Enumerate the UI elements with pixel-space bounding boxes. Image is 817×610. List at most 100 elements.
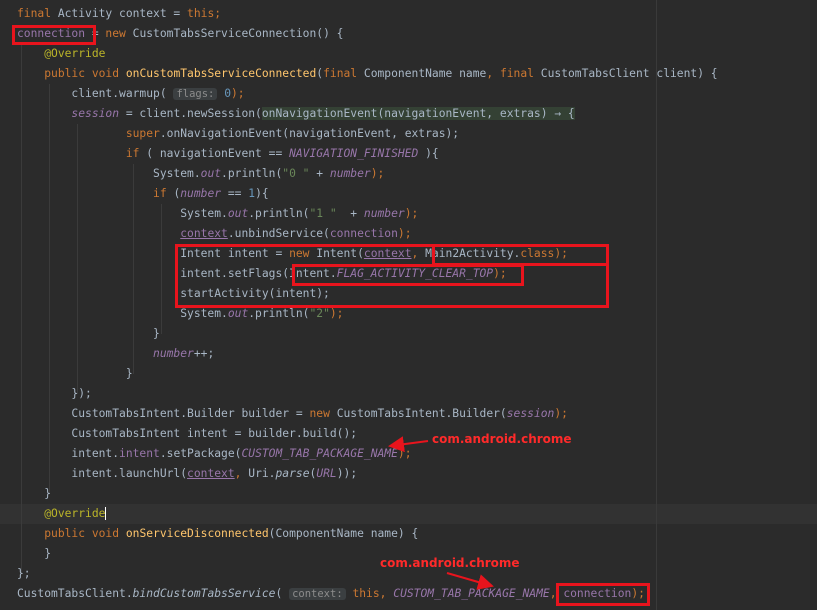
code-token: + [336, 207, 364, 220]
code-token: this [187, 7, 215, 20]
code-token: 0 [224, 87, 231, 100]
code-token: ( [275, 587, 290, 600]
code-token: out [200, 167, 222, 180]
code-token: Activity context = [57, 7, 188, 20]
code-token: CustomTabsIntent intent = builder.build(… [17, 427, 358, 440]
code-line: @Override [17, 44, 105, 64]
code-token: number [329, 167, 371, 180]
code-token: = client.newSession( [119, 107, 262, 120]
code-token: number [363, 207, 405, 220]
code-token: new [309, 407, 337, 420]
code-line: } [17, 484, 51, 504]
code-token: context [187, 467, 235, 480]
code-token: CUSTOM_TAB_PACKAGE_NAME [241, 447, 398, 460]
code-token: number [153, 347, 194, 360]
code-token: out [227, 307, 249, 320]
code-token: == [221, 187, 249, 200]
code-line: } [17, 544, 51, 564]
code-line: System.out.println("1 " + number); [17, 204, 418, 224]
code-token: ; [214, 7, 222, 20]
code-line: session = client.newSession(onNavigation… [17, 104, 575, 124]
caret-line-highlight [0, 504, 817, 524]
code-token: public void [44, 67, 126, 80]
code-token: super [125, 127, 160, 140]
code-token: + [309, 167, 330, 180]
code-token: new [105, 27, 133, 40]
code-token: final [323, 67, 364, 80]
code-token: CUSTOM_TAB_PACKAGE_NAME [393, 587, 550, 600]
code-token: ); [370, 167, 385, 180]
code-token: parse [275, 467, 310, 480]
code-token: Uri. [248, 467, 276, 480]
code-token: .println( [248, 207, 310, 220]
code-token: }); [17, 387, 92, 400]
code-token: (ComponentName name) { [268, 527, 419, 540]
code-token: ){ [255, 187, 269, 200]
code-line: super.onNavigationEvent(navigationEvent,… [17, 124, 459, 144]
annotation-label-2: com.android.chrome [380, 556, 520, 570]
code-token: client.warmup( [17, 87, 174, 100]
highlight-box-bind-connection [556, 583, 650, 606]
highlight-box-flag [292, 264, 524, 286]
code-line: public void onServiceDisconnected(Compon… [17, 524, 418, 544]
parameter-hint: context: [289, 588, 346, 600]
code-token: bindCustomTabsService [132, 587, 276, 600]
code-line: context.unbindService(connection); [17, 224, 412, 244]
code-token: , [234, 467, 249, 480]
code-token: if [125, 147, 147, 160]
code-token: ComponentName name [363, 67, 487, 80]
code-token: CustomTabsIntent.Builder builder = [17, 407, 310, 420]
code-token: final [499, 67, 541, 80]
code-token: ); [554, 407, 568, 420]
code-token: )); [336, 467, 358, 480]
code-token: }; [17, 567, 31, 580]
code-token: intent.launchUrl( [17, 467, 188, 480]
code-token: .setPackage( [159, 447, 242, 460]
code-token: "1 " [309, 207, 337, 220]
code-editor[interactable]: final Activity context = this; connection… [0, 0, 817, 610]
code-token: "0 " [282, 167, 310, 180]
code-token: CustomTabsClient. [17, 587, 133, 600]
code-line: } [17, 324, 160, 344]
code-token: ); [404, 207, 419, 220]
code-token: System. [17, 207, 228, 220]
code-token: onServiceDisconnected [125, 527, 269, 540]
code-token: intent [119, 447, 160, 460]
code-token: } [17, 487, 52, 500]
code-token: context [180, 227, 228, 240]
code-token: session [506, 407, 555, 420]
highlight-box-main2activity [432, 244, 609, 266]
code-line: intent.intent.setPackage(CUSTOM_TAB_PACK… [17, 444, 411, 464]
code-token: ); [231, 87, 245, 100]
code-token: ); [397, 227, 412, 240]
code-token: .onNavigationEvent(navigationEvent, extr… [159, 127, 460, 140]
code-token: NAVIGATION_FINISHED [289, 147, 419, 160]
code-token: ); [329, 307, 344, 320]
highlight-box-connection [12, 25, 96, 45]
code-token: @Override [44, 507, 107, 520]
code-token: @Override [44, 47, 106, 60]
code-token: onNavigationEvent(navigationEvent, extra… [261, 107, 575, 120]
code-token: URL [316, 467, 337, 480]
code-line: intent.launchUrl(context, Uri.parse(URL)… [17, 464, 357, 484]
code-token: , [486, 67, 500, 80]
code-token: this [352, 587, 380, 600]
right-margin-guide [656, 0, 657, 610]
code-line: number++; [17, 344, 214, 364]
code-token: .println( [221, 167, 283, 180]
code-token: } [17, 327, 160, 340]
code-token: CustomTabsIntent.Builder( [336, 407, 507, 420]
code-token: } [17, 367, 133, 380]
code-token: "2" [309, 307, 330, 320]
code-line: @Override [17, 504, 107, 524]
code-line: }; [17, 564, 31, 584]
code-token: } [17, 547, 52, 560]
